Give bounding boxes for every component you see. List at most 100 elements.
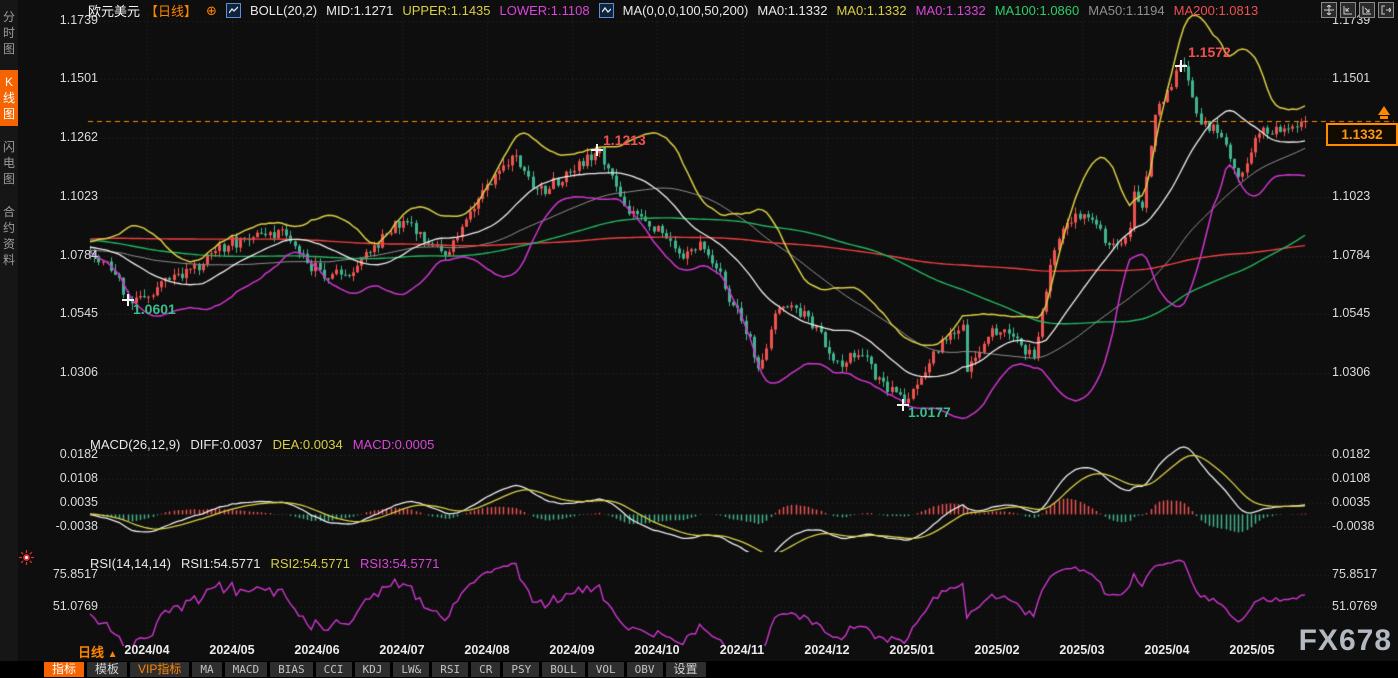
toolbar-button-macd[interactable]: MACD <box>225 662 268 677</box>
toolbar-button-settings[interactable]: 设置 <box>666 662 706 677</box>
macd-axis-label: -0.0038 <box>1332 519 1374 533</box>
toolbar-button-rsi[interactable]: RSI <box>432 662 468 677</box>
macd-axis-label: 0.0182 <box>1332 447 1370 461</box>
toolbar-button-kdj[interactable]: KDJ <box>355 662 391 677</box>
low-price-annotation: 1.0177 <box>908 404 951 420</box>
x-axis-label: 2025/04 <box>1144 643 1189 657</box>
toolbar-button-cci[interactable]: CCI <box>316 662 352 677</box>
boll-upper-value: UPPER:1.1435 <box>402 3 490 18</box>
boll-label: BOLL(20,2) <box>250 3 317 18</box>
symbol-name: 欧元美元 <box>88 1 140 20</box>
zoom-out-chart-icon[interactable] <box>1340 2 1356 18</box>
sidebar-tab-kline[interactable]: K线图 <box>0 70 18 126</box>
macd-axis-label: 0.0108 <box>1332 471 1370 485</box>
ma200-value: MA200:1.0813 <box>1174 3 1259 18</box>
price-axis-label: 1.0306 <box>1332 365 1370 379</box>
price-axis-label: 1.0306 <box>20 365 98 379</box>
toolbar-button-boll[interactable]: BOLL <box>542 662 585 677</box>
macd-label-row: MACD(26,12,9) DIFF:0.0037 DEA:0.0034 MAC… <box>90 437 434 452</box>
price-axis-label: 1.0545 <box>1332 306 1370 320</box>
toolbar-button-ma[interactable]: MA <box>192 662 221 677</box>
macd-axis-label: 0.0035 <box>1332 495 1370 509</box>
ma-indicator-icon[interactable] <box>599 3 614 18</box>
macd-axis-label: 0.0108 <box>20 471 98 485</box>
high-price-annotation: 1.1213 <box>603 132 646 148</box>
price-axis-label: 1.0784 <box>1332 248 1370 262</box>
price-axis-label: 1.1023 <box>20 189 98 203</box>
price-axis-label: 1.0784 <box>20 248 98 262</box>
macd-params-label: MACD(26,12,9) <box>90 437 180 452</box>
crosshair-pan-icon[interactable] <box>1321 2 1337 18</box>
x-axis-label: 2024/07 <box>379 643 424 657</box>
left-sidebar: 分时图 K线图 闪电图 合约资料 <box>0 0 18 662</box>
price-axis-label: 1.1501 <box>1332 71 1370 85</box>
toolbar-button-indicators[interactable]: 指标 <box>44 662 84 677</box>
high-marker-cross <box>1175 60 1187 72</box>
window-tool-icons <box>1321 2 1394 18</box>
period-selector[interactable]: 日线 ▲ <box>78 642 118 661</box>
x-axis-label: 2024/08 <box>464 643 509 657</box>
price-axis-label: 1.1262 <box>20 130 98 144</box>
toolbar-button-templates[interactable]: 模板 <box>87 662 127 677</box>
rsi-params-label: RSI(14,14,14) <box>90 556 171 571</box>
x-axis-label: 2025/01 <box>889 643 934 657</box>
x-axis-label: 2024/10 <box>634 643 679 657</box>
rsi2-value: RSI2:54.5771 <box>270 556 350 571</box>
price-axis-label: 1.1501 <box>20 71 98 85</box>
bottom-toolbar: 指标 模板 VIP指标 MA MACD BIAS CCI KDJ LW& RSI… <box>0 661 1398 678</box>
rsi-axis-label: 51.0769 <box>20 599 98 613</box>
chart-canvas[interactable] <box>0 0 1398 678</box>
live-indicator-icon <box>19 550 34 570</box>
sidebar-tab-lightning[interactable]: 闪电图 <box>0 135 18 191</box>
x-axis-row: 日线 ▲ 2024/04 2024/05 2024/06 2024/07 202… <box>0 642 1398 660</box>
macd-diff-value: DIFF:0.0037 <box>190 437 262 452</box>
macd-axis-label: 0.0035 <box>20 495 98 509</box>
sidebar-tab-contract-info[interactable]: 合约资料 <box>0 200 18 272</box>
exit-chart-icon[interactable] <box>1378 2 1394 18</box>
toolbar-button-obv[interactable]: OBV <box>627 662 663 677</box>
toolbar-button-vip-indicators[interactable]: VIP指标 <box>130 662 189 677</box>
zoom-in-chart-icon[interactable] <box>1359 2 1375 18</box>
rsi3-value: RSI3:54.5771 <box>360 556 440 571</box>
rsi-axis-label: 75.8517 <box>1332 567 1377 581</box>
ma0-value-1: MA0:1.1332 <box>757 3 827 18</box>
ma0-value-2: MA0:1.1332 <box>836 3 906 18</box>
price-marker-icon <box>1378 106 1390 115</box>
toolbar-button-vol[interactable]: VOL <box>588 662 624 677</box>
x-axis-label: 2024/04 <box>124 643 169 657</box>
toolbar-button-psy[interactable]: PSY <box>503 662 539 677</box>
macd-axis-label: 0.0182 <box>20 447 98 461</box>
x-axis-label: 2024/06 <box>294 643 339 657</box>
x-axis-label: 2024/12 <box>804 643 849 657</box>
ma100-value: MA100:1.0860 <box>995 3 1080 18</box>
ma0-value-3: MA0:1.1332 <box>916 3 986 18</box>
ma-label: MA(0,0,0,100,50,200) <box>623 3 749 18</box>
macd-dea-value: DEA:0.0034 <box>273 437 343 452</box>
rsi1-value: RSI1:54.5771 <box>181 556 261 571</box>
boll-mid-value: MID:1.1271 <box>326 3 393 18</box>
x-axis-label: 2025/05 <box>1229 643 1274 657</box>
price-axis-label: 1.0545 <box>20 306 98 320</box>
toolbar-button-bias[interactable]: BIAS <box>270 662 313 677</box>
boll-lower-value: LOWER:1.1108 <box>500 3 590 18</box>
period-tag: 【日线】 <box>145 1 197 20</box>
current-price-box: 1.1332 <box>1326 123 1398 146</box>
macd-axis-label: -0.0038 <box>20 519 98 533</box>
high-price-annotation: 1.1572 <box>1188 44 1231 60</box>
x-axis-label: 2024/05 <box>209 643 254 657</box>
indicator-settings-icon[interactable]: ⊕ <box>206 4 217 17</box>
ma50-value: MA50:1.1194 <box>1088 3 1164 18</box>
chart-header: 欧元美元 【日线】 ⊕ BOLL(20,2) MID:1.1271 UPPER:… <box>88 2 1258 18</box>
rsi-axis-label: 51.0769 <box>1332 599 1377 613</box>
chevron-up-icon: ▲ <box>108 649 118 660</box>
sidebar-tab-timeshare[interactable]: 分时图 <box>0 5 18 61</box>
toolbar-button-cr[interactable]: CR <box>471 662 500 677</box>
price-marker-base <box>1380 116 1388 119</box>
price-axis-label: 1.1023 <box>1332 189 1370 203</box>
boll-indicator-icon[interactable] <box>226 3 241 18</box>
x-axis-label: 2024/09 <box>549 643 594 657</box>
toolbar-button-lw[interactable]: LW& <box>393 662 429 677</box>
trading-app-window: 欧元美元 【日线】 ⊕ BOLL(20,2) MID:1.1271 UPPER:… <box>0 0 1398 678</box>
x-axis-label: 2025/03 <box>1059 643 1104 657</box>
price-axis-label: 1.1739 <box>20 13 98 27</box>
